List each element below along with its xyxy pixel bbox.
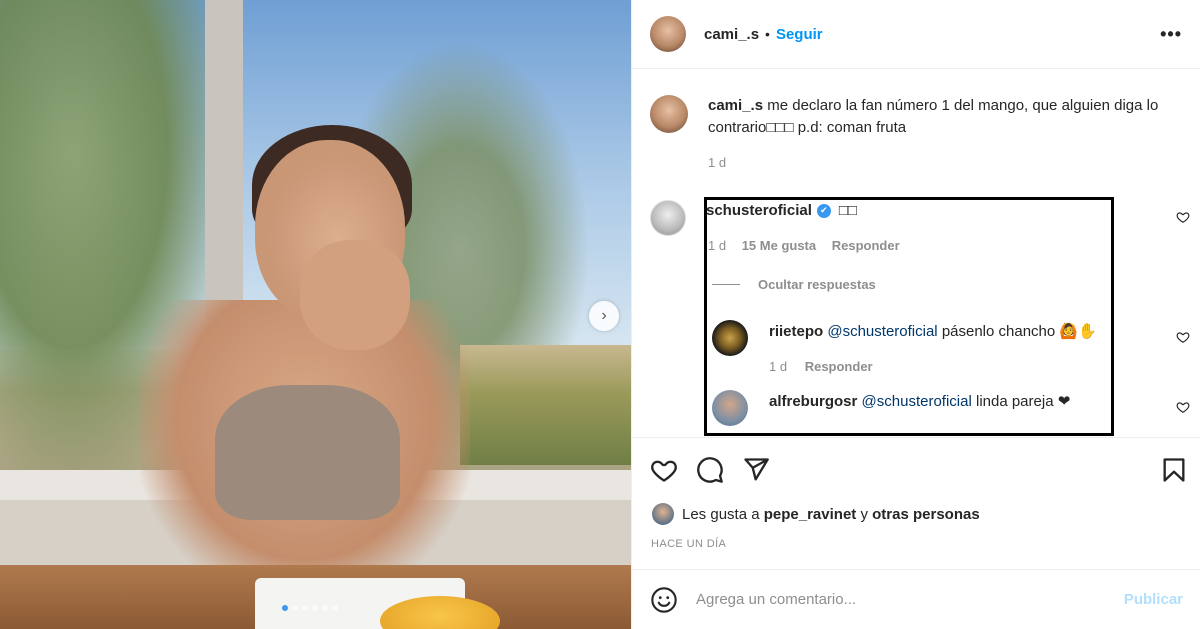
follow-button[interactable]: Seguir bbox=[776, 26, 823, 43]
liker-avatar[interactable] bbox=[652, 503, 674, 525]
post-date[interactable]: HACE UN DÍA bbox=[651, 538, 726, 550]
share-send-icon[interactable] bbox=[742, 456, 770, 484]
comment-username[interactable]: schusteroficial bbox=[706, 202, 812, 219]
reply-line: alfreburgosr @schusteroficial linda pare… bbox=[769, 392, 1070, 410]
post-header: cami_.s • Seguir ••• bbox=[632, 0, 1200, 69]
photo-person-hand bbox=[300, 240, 410, 350]
photo-window-frame bbox=[205, 0, 243, 320]
hide-replies-button[interactable]: Ocultar respuestas bbox=[712, 277, 876, 292]
hide-replies-label: Ocultar respuestas bbox=[758, 277, 876, 292]
likes-joiner: y bbox=[860, 505, 868, 523]
reply-username[interactable]: riietepo bbox=[769, 323, 823, 340]
reply-avatar[interactable] bbox=[712, 320, 748, 356]
liker-username[interactable]: pepe_ravinet bbox=[764, 506, 857, 523]
carousel-dot bbox=[302, 605, 308, 611]
comment-input[interactable] bbox=[696, 591, 1096, 608]
comment-avatar[interactable] bbox=[650, 200, 686, 236]
reply-line: riietepo @schusteroficial pásenlo chanch… bbox=[769, 322, 1097, 340]
reply-text: pásenlo chancho 🙆✋ bbox=[941, 323, 1097, 340]
reply-avatar[interactable] bbox=[712, 390, 748, 426]
comment-likes[interactable]: 15 Me gusta bbox=[742, 238, 816, 253]
comment-like-heart-icon[interactable] bbox=[1176, 210, 1190, 224]
carousel-dot bbox=[282, 605, 288, 611]
publish-button[interactable]: Publicar bbox=[1124, 591, 1183, 608]
more-options-icon[interactable]: ••• bbox=[1160, 24, 1182, 45]
author-avatar[interactable] bbox=[650, 16, 686, 52]
carousel-dots bbox=[282, 605, 338, 611]
caption-username[interactable]: cami_.s bbox=[708, 97, 763, 114]
reply-like-heart-icon[interactable] bbox=[1176, 400, 1190, 414]
carousel-dot bbox=[312, 605, 318, 611]
photo-person-top bbox=[215, 385, 400, 520]
caption-text-block: cami_.s me declaro la fan número 1 del m… bbox=[708, 95, 1190, 139]
photo-field bbox=[460, 345, 631, 465]
caption-timestamp[interactable]: 1 d bbox=[708, 155, 726, 170]
reply-meta: 1 d Responder bbox=[769, 359, 887, 374]
caption-avatar[interactable] bbox=[650, 95, 688, 133]
comment-meta: 1 d 15 Me gusta Responder bbox=[708, 238, 912, 253]
reply-time[interactable]: 1 d bbox=[769, 359, 787, 374]
author-username[interactable]: cami_.s bbox=[704, 26, 759, 43]
carousel-dot bbox=[322, 605, 328, 611]
carousel-dot bbox=[292, 605, 298, 611]
like-heart-icon[interactable] bbox=[650, 456, 678, 484]
bookmark-save-icon[interactable] bbox=[1160, 456, 1188, 484]
chevron-right-icon: › bbox=[601, 307, 607, 324]
reply-text: linda pareja ❤ bbox=[975, 393, 1071, 410]
likes-summary: Les gusta a pepe_ravinet y otras persona… bbox=[652, 503, 980, 525]
caption-body: me declaro la fan número 1 del mango, qu… bbox=[708, 97, 1159, 136]
emoji-icon[interactable] bbox=[650, 586, 678, 614]
carousel-next-button[interactable]: › bbox=[589, 301, 619, 331]
reply-username[interactable]: alfreburgosr bbox=[769, 393, 857, 410]
post-photo[interactable]: › bbox=[0, 0, 631, 629]
comment-header: schusteroficial ✔ □□ bbox=[706, 202, 857, 219]
comment-time[interactable]: 1 d bbox=[708, 238, 726, 253]
comment-bubble-icon[interactable] bbox=[696, 456, 724, 484]
likes-others-link[interactable]: otras personas bbox=[872, 506, 980, 523]
comment-text: □□ bbox=[838, 202, 857, 219]
hide-replies-line bbox=[712, 284, 740, 285]
action-bar bbox=[632, 437, 1200, 499]
likes-prefix: Les gusta a bbox=[682, 505, 760, 523]
reply-reply-button[interactable]: Responder bbox=[805, 359, 873, 374]
verified-badge-icon: ✔ bbox=[816, 203, 831, 218]
header-separator: • bbox=[765, 26, 770, 42]
reply-mention[interactable]: @schusteroficial bbox=[827, 323, 937, 340]
reply-like-heart-icon[interactable] bbox=[1176, 330, 1190, 344]
carousel-dot bbox=[332, 605, 338, 611]
add-comment-bar: Publicar bbox=[632, 569, 1200, 629]
comment-reply-button[interactable]: Responder bbox=[832, 238, 900, 253]
caption: cami_.s me declaro la fan número 1 del m… bbox=[650, 95, 1190, 139]
post-side-panel: cami_.s • Seguir ••• cami_.s me declaro … bbox=[631, 0, 1200, 629]
reply-mention[interactable]: @schusteroficial bbox=[862, 393, 972, 410]
